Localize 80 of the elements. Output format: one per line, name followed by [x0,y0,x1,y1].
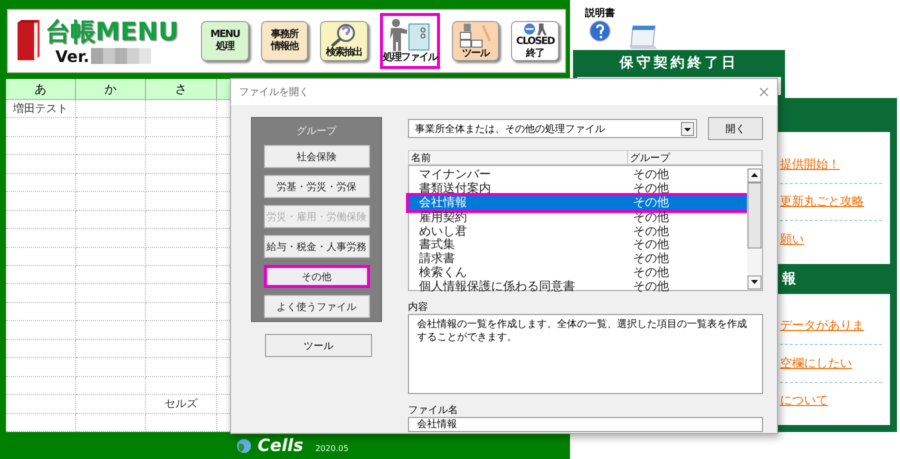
column-header: か [76,79,146,100]
table-cell [76,136,146,156]
table-cell [6,155,76,174]
redacted-version-drawing [91,48,152,64]
close-icon[interactable] [759,87,769,97]
file-list-item[interactable]: 検索くん その他 [409,266,747,280]
group-button[interactable]: よく使うファイル [264,295,370,318]
table-cell [76,395,146,414]
toolbar-button[interactable]: 事務所 情報他 [260,21,308,61]
group-button[interactable]: その他 [264,265,370,288]
table-cell [76,358,146,377]
table-cell [6,248,76,266]
column-header: グループ [628,151,762,164]
globe-icon [236,438,252,454]
scrollbar-drawing[interactable] [747,168,762,290]
table-cell [6,136,76,156]
app-title: 台帳MENU [45,16,180,46]
open-button[interactable]: 開く [708,117,763,140]
table-cell [76,100,146,118]
table-cell [6,284,76,303]
section-title: 報 [782,270,796,288]
toolbar-button[interactable]: ツール [452,21,500,61]
dialog-title: ファイルを開く [239,86,309,99]
version-text: 2020.05 [315,444,348,453]
table-cell [6,302,76,322]
column-header: 名前 [409,151,628,164]
toolbar-button[interactable]: MENU 処理 [201,21,249,61]
file-list-item[interactable]: 請求書 その他 [409,252,747,266]
help-icon[interactable] [589,20,611,42]
table-cell [76,321,146,340]
table-cell [76,266,146,284]
table-cell [76,284,146,303]
table-cell [6,118,76,137]
table-cell [76,174,146,192]
table-cell [76,192,146,211]
column-header: さ [146,79,217,100]
calendar-icon[interactable] [629,24,659,50]
content-text-area[interactable]: 会社情報の一覧を作成します。全体の一覧、選択した項目の一覧表を作成することができます。 [408,314,763,394]
table-cell [76,248,146,266]
file-list-item[interactable]: 書式集 その他 [409,238,747,252]
table-cell [76,229,146,248]
filename-field[interactable]: 会社情報 [408,417,763,432]
file-type-dropdown[interactable]: 事業所全体または、その他の処理ファイル [408,119,697,138]
toolbar-button[interactable]: CLOSED 終了 [511,21,559,61]
table-cell [6,192,76,211]
group-button[interactable]: 社会保険 [264,145,370,168]
table-cell [6,210,76,230]
file-list-item[interactable]: めいし君 その他 [409,224,747,238]
table-cell: 増田テスト [6,100,76,118]
table-cell [76,118,146,137]
table-cell [6,174,76,192]
maintenance-title: 保守契約終了日 [620,54,738,72]
table-cell [6,395,76,414]
brand-logo: Cells [258,436,304,456]
table-cell [6,321,76,340]
filename-label: ファイル名 [408,404,459,417]
manual-label: 説明書 [585,6,615,20]
table-cell [6,376,76,396]
version-label: Ver. [55,46,90,66]
table-cell [6,358,76,377]
table-cell [76,376,146,396]
file-list-item[interactable]: 個人情報保護に係わる同意書 その他 [409,280,747,294]
table-cell [76,340,146,358]
content-label: 内容 [408,300,429,314]
file-list-item[interactable]: マイナンバー その他 [409,168,747,182]
group-title: グループ [296,124,336,138]
table-cell [6,340,76,358]
table-cell: セルズ [146,395,217,414]
column-header: あ [6,79,76,100]
tools-button[interactable]: ツール [265,334,372,357]
table-cell [6,266,76,284]
table-cell [76,155,146,174]
table-cell [76,302,146,322]
file-list-item[interactable]: 雇用契約 その他 [409,211,747,225]
table-cell [6,229,76,248]
group-button[interactable]: 給与・税金・人事労務 [264,235,370,258]
toolbar-button[interactable]: 検索抽出 [320,21,368,61]
table-cell [76,210,146,230]
group-button[interactable]: 労基・労災・労保 [264,175,370,198]
file-list-item[interactable]: 会社情報 その他 [409,196,747,210]
